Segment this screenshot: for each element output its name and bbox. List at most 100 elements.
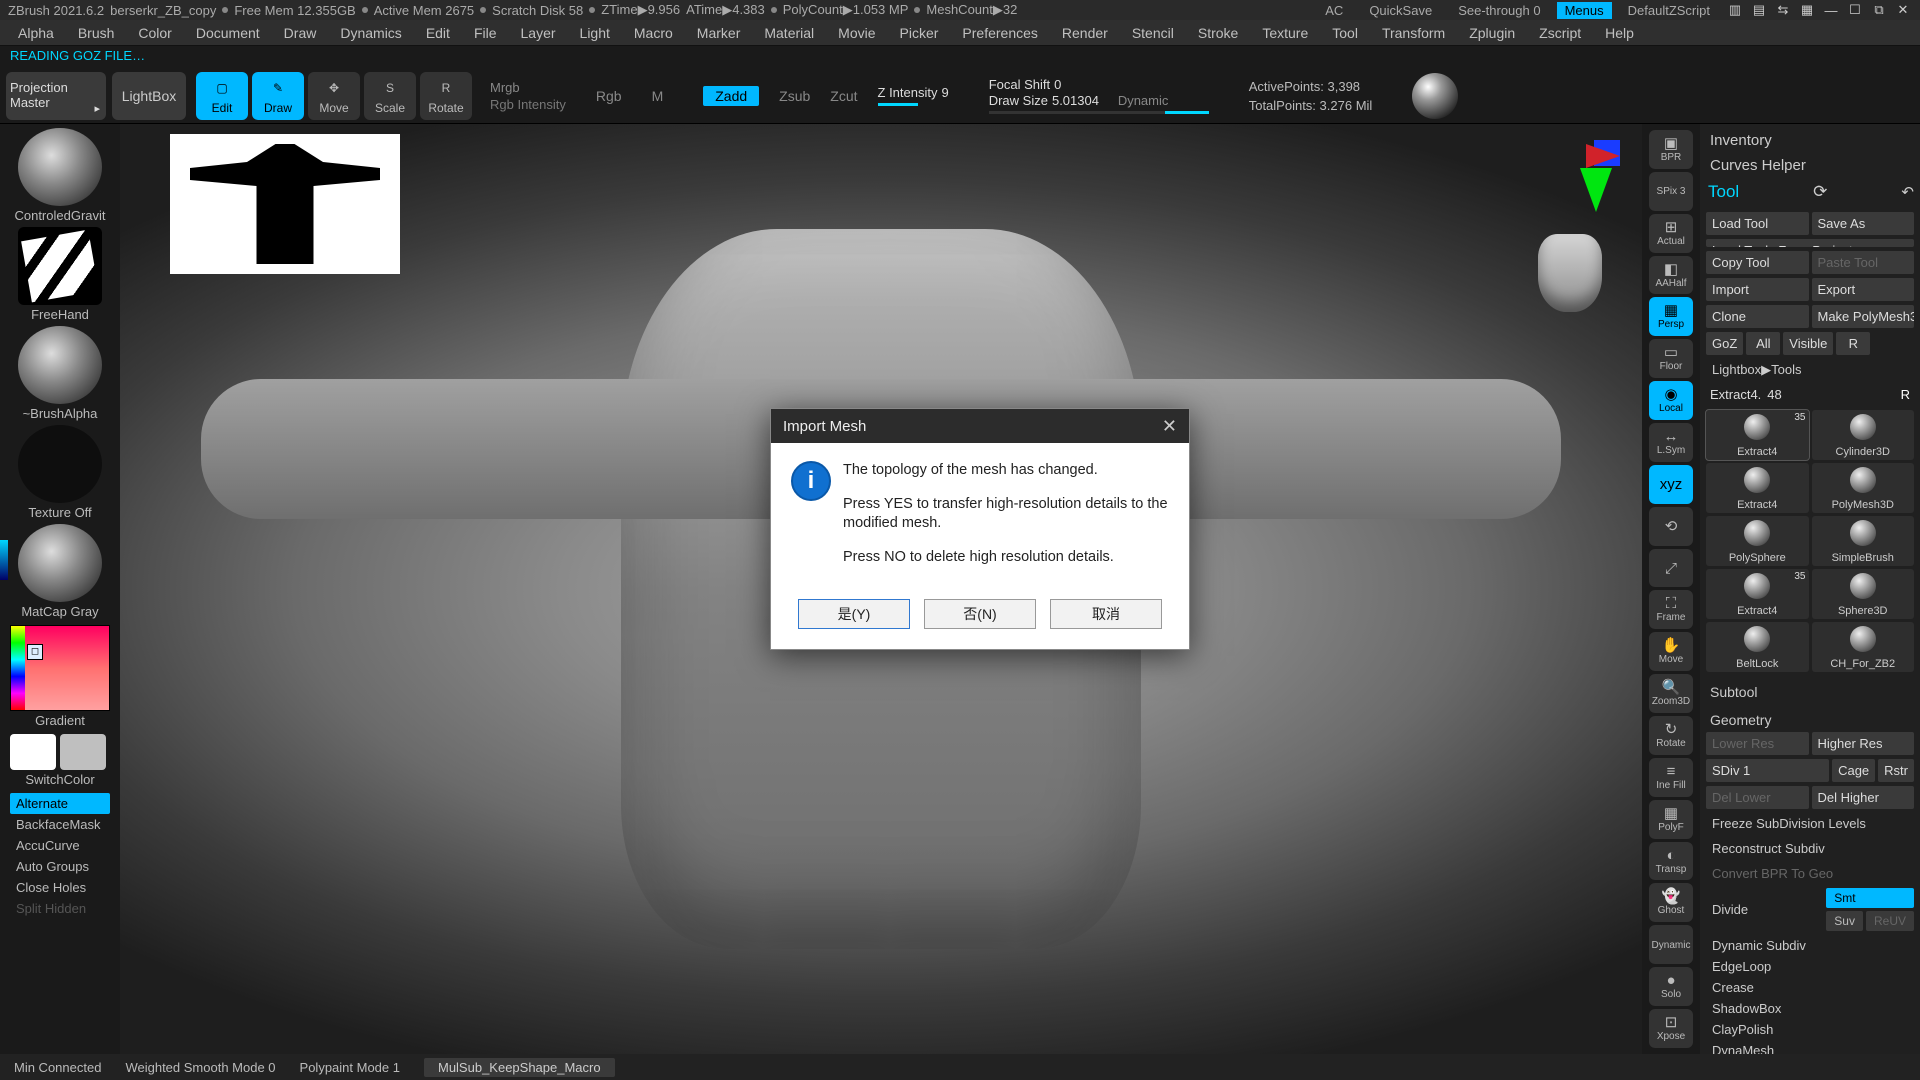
left-opt-alternate[interactable]: Alternate [10, 793, 110, 814]
section-shadowbox[interactable]: ShadowBox [1706, 998, 1914, 1019]
restore-icon[interactable]: ⧉ [1870, 3, 1888, 17]
menu-marker[interactable]: Marker [685, 22, 753, 44]
tool-simplebrush[interactable]: SimpleBrush [1812, 516, 1915, 566]
tool-beltlock[interactable]: BeltLock [1706, 622, 1809, 672]
left-opt-accucurve[interactable]: AccuCurve [10, 835, 110, 856]
menu-color[interactable]: Color [126, 22, 183, 44]
geometry-header[interactable]: Geometry [1706, 708, 1914, 728]
menu-draw[interactable]: Draw [272, 22, 329, 44]
quicksave-button[interactable]: QuickSave [1359, 3, 1442, 18]
rotate-button[interactable]: ↻Rotate [1649, 716, 1693, 755]
cage-toggle[interactable]: Cage [1832, 759, 1875, 782]
minimize-icon[interactable]: — [1822, 3, 1840, 17]
menu-preferences[interactable]: Preferences [950, 22, 1049, 44]
macro-chip[interactable]: MulSub_KeepShape_Macro [424, 1058, 615, 1077]
copy-tool-button[interactable]: Copy Tool [1706, 251, 1809, 274]
divide-button[interactable]: Divide [1706, 899, 1823, 920]
color-swatch-1[interactable] [60, 734, 106, 770]
left-slot-controledgravit[interactable]: ControledGravit [11, 128, 109, 223]
higher-res-button[interactable]: Higher Res [1812, 732, 1915, 755]
tool-cylinder3d[interactable]: Cylinder3D [1812, 410, 1915, 460]
export-button[interactable]: Export [1812, 278, 1915, 301]
menu-file[interactable]: File [462, 22, 509, 44]
dialog-titlebar[interactable]: Import Mesh ✕ [771, 409, 1189, 443]
solo-button[interactable]: ●Solo [1649, 967, 1693, 1006]
polyf-button[interactable]: ▦PolyF [1649, 800, 1693, 839]
section-crease[interactable]: Crease [1706, 977, 1914, 998]
menu-render[interactable]: Render [1050, 22, 1120, 44]
local-button[interactable]: ◉Local [1649, 381, 1693, 420]
section-edgeloop[interactable]: EdgeLoop [1706, 956, 1914, 977]
menu-layer[interactable]: Layer [509, 22, 568, 44]
left-opt-close-holes[interactable]: Close Holes [10, 877, 110, 898]
color-picker[interactable]: ◻ [10, 625, 110, 711]
menu-help[interactable]: Help [1593, 22, 1646, 44]
rotate-mode-button[interactable]: RRotate [420, 72, 472, 120]
del-higher-button[interactable]: Del Higher [1812, 786, 1915, 809]
mrgb-toggle[interactable]: Mrgb [490, 80, 566, 95]
bpr-button[interactable]: ▣BPR [1649, 130, 1693, 169]
freeze-subdiv-button[interactable]: Freeze SubDivision Levels [1706, 813, 1914, 834]
subtool-header[interactable]: Subtool [1706, 680, 1914, 700]
menu-zplugin[interactable]: Zplugin [1457, 22, 1527, 44]
draw-size-slider[interactable] [989, 111, 1209, 114]
tool-polymesh3d[interactable]: PolyMesh3D [1812, 463, 1915, 513]
menu-macro[interactable]: Macro [622, 22, 685, 44]
ine-fill-button[interactable]: ≡Ine Fill [1649, 758, 1693, 797]
color-swatch-0[interactable] [10, 734, 56, 770]
seethrough-slider[interactable]: See-through 0 [1448, 3, 1550, 18]
suv-toggle[interactable]: Suv [1826, 911, 1863, 931]
sdiv-slider[interactable]: SDiv 1 [1706, 759, 1829, 782]
reference-thumbnail[interactable] [170, 134, 400, 274]
camera-head-gizmo[interactable] [1538, 234, 1602, 312]
scale-mode-button[interactable]: SScale [364, 72, 416, 120]
weighted-smooth[interactable]: Weighted Smooth Mode 0 [125, 1060, 275, 1075]
layout-icon[interactable]: ▥ [1726, 3, 1744, 17]
left-tray-handle[interactable] [0, 540, 8, 580]
edit-mode-button[interactable]: ▢Edit [196, 72, 248, 120]
menu-stroke[interactable]: Stroke [1186, 22, 1250, 44]
menu-tool[interactable]: Tool [1320, 22, 1370, 44]
switchcolor-button[interactable]: SwitchColor [25, 772, 94, 787]
section-dynamic-subdiv[interactable]: Dynamic Subdiv [1706, 935, 1914, 956]
menu-edit[interactable]: Edit [414, 22, 462, 44]
menu-transform[interactable]: Transform [1370, 22, 1457, 44]
zadd-toggle[interactable]: Zadd [703, 86, 759, 106]
draw-size-value[interactable]: 5.01304 [1052, 93, 1099, 108]
menu-document[interactable]: Document [184, 22, 272, 44]
tool-sphere3d[interactable]: Sphere3D [1812, 569, 1915, 619]
transp-button[interactable]: ◐Transp [1649, 842, 1693, 881]
menu-picker[interactable]: Picker [888, 22, 951, 44]
menu-light[interactable]: Light [568, 22, 622, 44]
axis-gizmo[interactable] [1550, 140, 1620, 210]
menu-movie[interactable]: Movie [826, 22, 887, 44]
xpose-button[interactable]: ⊡Xpose [1649, 1009, 1693, 1048]
load-tools-from-project-button[interactable]: Load Tools From Project [1706, 239, 1914, 247]
ghost-button[interactable]: 👻Ghost [1649, 883, 1693, 922]
layout-icon[interactable]: ▤ [1750, 3, 1768, 17]
menus-toggle[interactable]: Menus [1557, 2, 1612, 19]
cancel-button[interactable]: 取消 [1050, 599, 1162, 629]
goz-visible-button[interactable]: Visible [1783, 332, 1833, 355]
tool-extract4[interactable]: 35Extract4 [1706, 569, 1809, 619]
left-opt-auto-groups[interactable]: Auto Groups [10, 856, 110, 877]
arrows-icon[interactable]: ⇆ [1774, 3, 1792, 17]
left-opt-backfacemask[interactable]: BackfaceMask [10, 814, 110, 835]
l-sym-button[interactable]: ↔L.Sym [1649, 423, 1693, 462]
zsub-toggle[interactable]: Zsub [779, 88, 810, 104]
goz-r-button[interactable]: R [1836, 332, 1870, 355]
redo-icon[interactable]: ⟳ [1813, 182, 1827, 202]
inventory-header[interactable]: Inventory [1706, 130, 1914, 151]
make-polymesh3d-button[interactable]: Make PolyMesh3D [1812, 305, 1915, 328]
rgb-toggle[interactable]: Rgb [596, 88, 622, 104]
move-button[interactable]: ✋Move [1649, 632, 1693, 671]
left-slot-matcap-gray[interactable]: MatCap Gray [11, 524, 109, 619]
close-icon[interactable]: ✕ [1162, 416, 1177, 437]
polypaint-mode[interactable]: Polypaint Mode 1 [300, 1060, 400, 1075]
spix-3-button[interactable]: SPix 3 [1649, 172, 1693, 211]
material-preview[interactable] [1412, 73, 1458, 119]
zcut-toggle[interactable]: Zcut [830, 88, 857, 104]
goz-button[interactable]: GoZ [1706, 332, 1743, 355]
floor-button[interactable]: ▭Floor [1649, 339, 1693, 378]
move-mode-button[interactable]: ✥Move [308, 72, 360, 120]
